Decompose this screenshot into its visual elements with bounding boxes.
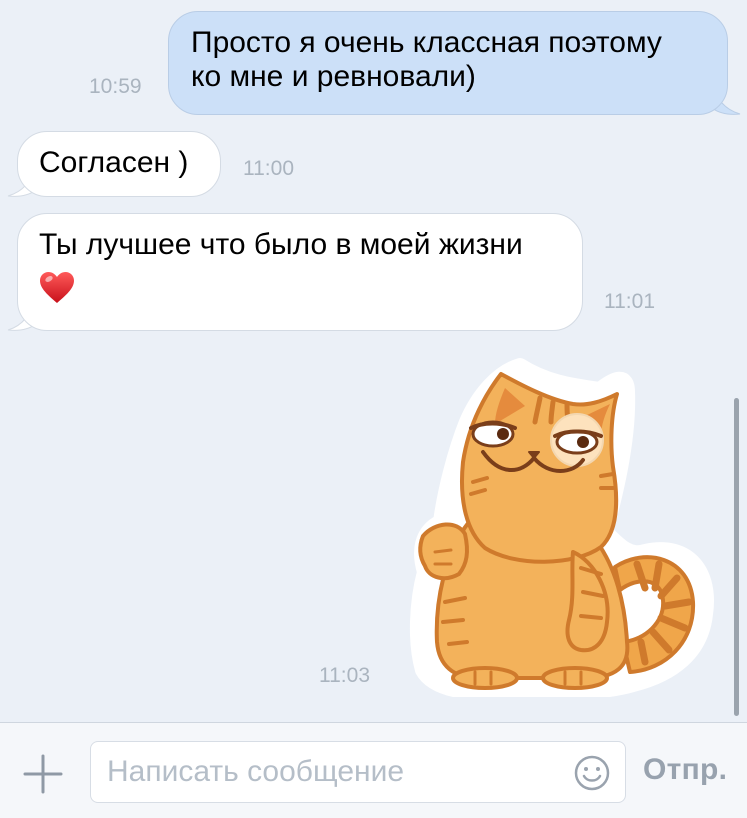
message-text-line: ко мне и ревновали) <box>191 60 476 93</box>
message-bubble-incoming[interactable]: Ты лучшее что было в моей жизни <box>17 213 583 331</box>
composer-bar: Отпр. <box>0 722 747 818</box>
message-bubble-incoming[interactable]: Согласен ) <box>17 131 221 197</box>
message-text-line: Ты лучшее что было в моей жизни <box>39 228 523 261</box>
send-button[interactable]: Отпр. <box>643 753 727 787</box>
smiley-icon[interactable] <box>574 755 610 791</box>
message-text-line: Просто я очень классная поэтому <box>191 26 662 59</box>
message-input[interactable] <box>107 750 567 794</box>
plus-icon[interactable] <box>22 753 64 795</box>
message-timestamp: 11:01 <box>604 290 655 313</box>
message-input-field[interactable] <box>90 741 626 803</box>
message-timestamp: 11:03 <box>319 664 370 687</box>
message-list[interactable]: Просто я очень классная поэтому ко мне и… <box>0 0 747 722</box>
heart-icon <box>40 272 74 304</box>
orange-cat-sticker[interactable] <box>405 352 715 697</box>
message-timestamp: 11:00 <box>243 157 294 180</box>
scrollbar[interactable] <box>734 398 739 716</box>
message-bubble-outgoing[interactable]: Просто я очень классная поэтому ко мне и… <box>168 11 728 115</box>
message-timestamp: 10:59 <box>89 75 142 98</box>
message-text-line: Согласен ) <box>39 146 189 179</box>
